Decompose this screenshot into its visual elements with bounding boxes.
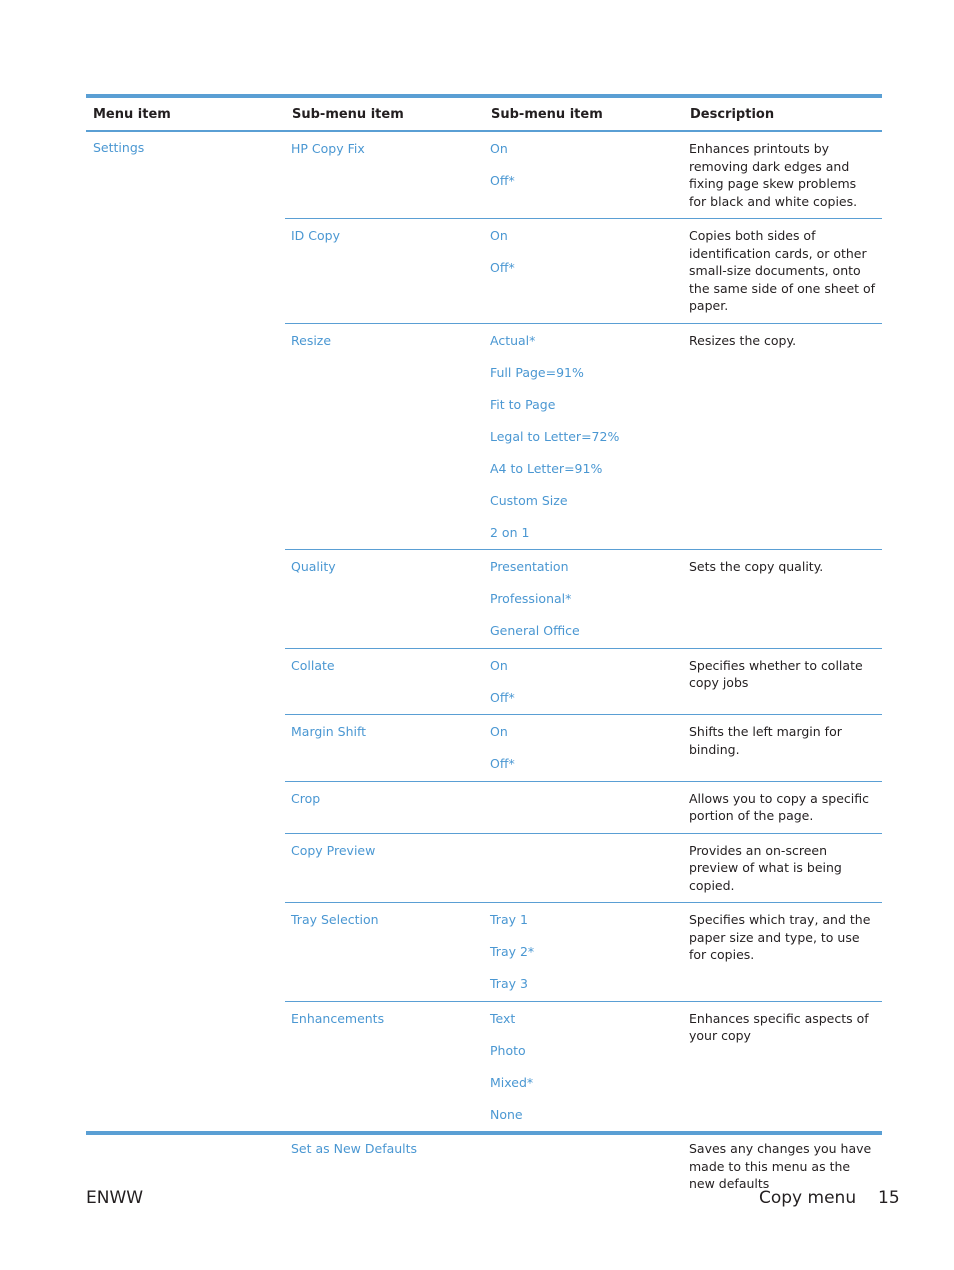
submenu-item[interactable]: HP Copy Fix	[285, 132, 484, 218]
submenu-item[interactable]: Resize	[285, 324, 484, 550]
submenu-option[interactable]: Actual*	[490, 332, 677, 364]
submenu-option[interactable]: Off*	[490, 755, 677, 773]
submenu-item[interactable]: Margin Shift	[285, 715, 484, 781]
row-description: Shifts the left margin for binding.	[689, 724, 842, 757]
submenu-option[interactable]: Tray 1	[490, 911, 677, 943]
submenu-option[interactable]: Custom Size	[490, 492, 677, 524]
row-description: Sets the copy quality.	[689, 559, 824, 574]
submenu-option[interactable]: Presentation	[490, 558, 677, 590]
submenu-options	[484, 782, 683, 833]
submenu-options: On Off*	[484, 715, 683, 781]
submenu-option[interactable]: 2 on 1	[490, 524, 677, 542]
submenu-option[interactable]: Fit to Page	[490, 396, 677, 428]
table-row: Collate On Off* Specifies whether to collat…	[285, 649, 882, 715]
submenu-option[interactable]: Off*	[490, 259, 677, 277]
header-submenu-item-2: Sub-menu item	[491, 106, 603, 122]
footer-page-number: 15	[878, 1188, 900, 1208]
header-description: Description	[690, 106, 775, 122]
submenu-item[interactable]: Quality	[285, 550, 484, 648]
row-description: Specifies which tray, and the paper size…	[689, 912, 871, 962]
submenu-option[interactable]: On	[490, 140, 677, 172]
submenu-item[interactable]: Collate	[285, 649, 484, 715]
submenu-option[interactable]: Tray 2*	[490, 943, 677, 975]
submenu-options: On Off*	[484, 132, 683, 218]
submenu-options: Presentation Professional* General Office	[484, 550, 683, 648]
submenu-options	[484, 834, 683, 903]
table-header: Menu item Sub-menu item Sub-menu item De…	[86, 98, 882, 132]
submenu-option[interactable]: Text	[490, 1010, 677, 1042]
submenu-options: Actual* Full Page=91% Fit to Page Legal to …	[484, 324, 683, 550]
submenu-options	[484, 1132, 683, 1201]
submenu-option[interactable]: Full Page=91%	[490, 364, 677, 396]
submenu-item[interactable]: Enhancements	[285, 1002, 484, 1132]
submenu-item[interactable]: Copy Preview	[285, 834, 484, 903]
submenu-rows: HP Copy Fix On Off* Enhances printouts by r…	[285, 132, 882, 1201]
table-row: Tray Selection Tray 1 Tray 2* Tray 3 Specifi…	[285, 903, 882, 1002]
menu-item-settings[interactable]: Settings	[86, 132, 285, 1201]
submenu-option[interactable]: None	[490, 1106, 677, 1124]
table-row: Enhancements Text Photo Mixed* None Enhances …	[285, 1002, 882, 1132]
table-row: Margin Shift On Off* Shifts the left margin…	[285, 715, 882, 782]
submenu-option[interactable]: A4 to Letter=91%	[490, 460, 677, 492]
submenu-option[interactable]: General Office	[490, 622, 677, 640]
row-description: Resizes the copy.	[689, 332, 797, 348]
footer-section: Copy menu	[759, 1188, 857, 1208]
submenu-item[interactable]: Crop	[285, 782, 484, 833]
header-submenu-item: Sub-menu item	[292, 106, 404, 122]
copy-menu-table: Menu item Sub-menu item Sub-menu item De…	[86, 94, 882, 1201]
row-description: Allows you to copy a specific portion of…	[689, 790, 870, 824]
row-description: Enhances specific aspects of your copy	[689, 1010, 869, 1044]
table-body: Settings HP Copy Fix On Off* Enhances print…	[86, 132, 882, 1201]
table-row: Quality Presentation Professional* General …	[285, 550, 882, 649]
submenu-option[interactable]: Photo	[490, 1042, 677, 1074]
submenu-options: Text Photo Mixed* None	[484, 1002, 683, 1132]
footer-left: ENWW	[86, 1188, 144, 1208]
submenu-option[interactable]: Off*	[490, 172, 677, 190]
table-row: Crop Allows you to copy a specific portio…	[285, 782, 882, 834]
submenu-option[interactable]: On	[490, 227, 677, 259]
submenu-option[interactable]: Tray 3	[490, 975, 677, 993]
submenu-options: Tray 1 Tray 2* Tray 3	[484, 903, 683, 1001]
row-description: Copies both sides of identification card…	[689, 228, 876, 313]
submenu-item[interactable]: Set as New Defaults	[285, 1132, 484, 1201]
submenu-option[interactable]: Mixed*	[490, 1074, 677, 1106]
submenu-option[interactable]: Off*	[490, 689, 677, 707]
submenu-item[interactable]: Tray Selection	[285, 903, 484, 1001]
table-row: ID Copy On Off* Copies both sides of identi…	[285, 219, 882, 324]
row-description: Provides an on-screen preview of what is…	[689, 842, 842, 893]
row-description: Specifies whether to collate copy jobs	[689, 657, 863, 691]
submenu-item[interactable]: ID Copy	[285, 219, 484, 323]
submenu-options: On Off*	[484, 219, 683, 323]
table-row: HP Copy Fix On Off* Enhances printouts by r…	[285, 132, 882, 219]
submenu-options: On Off*	[484, 649, 683, 715]
header-menu-item: Menu item	[93, 106, 171, 122]
submenu-option[interactable]: Professional*	[490, 590, 677, 622]
submenu-option[interactable]: On	[490, 657, 677, 689]
submenu-option[interactable]: On	[490, 723, 677, 755]
table-row: Resize Actual* Full Page=91% Fit to Page Leg…	[285, 324, 882, 550]
table-bottom-rule	[86, 1131, 882, 1135]
table-row: Copy Preview Provides an on-screen previe…	[285, 834, 882, 903]
row-description: Enhances printouts by removing dark edge…	[689, 141, 858, 209]
submenu-option[interactable]: Legal to Letter=72%	[490, 428, 677, 460]
